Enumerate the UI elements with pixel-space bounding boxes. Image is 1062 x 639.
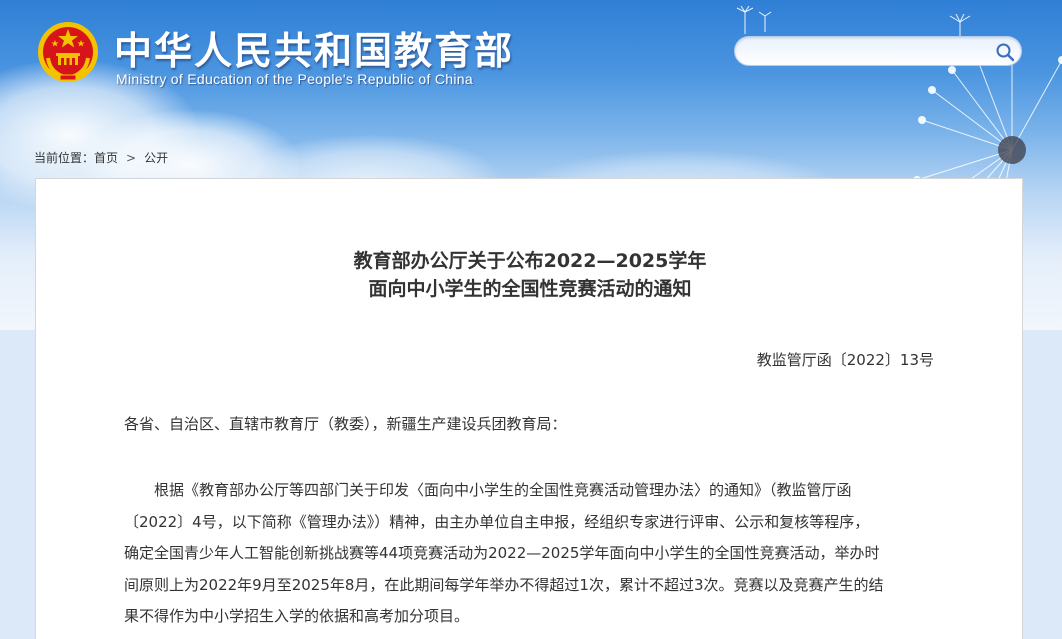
national-emblem-icon — [38, 22, 98, 82]
salutation: 各省、自治区、直辖市教育厅（教委），新疆生产建设兵团教育局： — [124, 415, 567, 433]
floating-seed-icon — [736, 6, 772, 34]
body-line: 确定全国青少年人工智能创新挑战赛等44项竞赛活动为2022—2025学年面向中小… — [124, 544, 880, 562]
article-body-paragraph: 根据《教育部办公厅等四部门关于印发〈面向中小学生的全国性竞赛活动管理办法〉的通知… — [124, 475, 936, 633]
article-title-line-1: 教育部办公厅关于公布2022—2025学年 — [353, 250, 707, 272]
article-title: 教育部办公厅关于公布2022—2025学年 面向中小学生的全国性竞赛活动的通知 — [36, 247, 1024, 303]
body-line: 间原则上为2022年9月至2025年8月，在此期间每学年举办不得超过1次，累计不… — [124, 575, 884, 594]
breadcrumb: 当前位置：首页 > 公开 — [34, 149, 168, 166]
breadcrumb-item-home[interactable]: 首页 — [94, 151, 118, 165]
search-icon[interactable] — [995, 42, 1015, 62]
body-line: 果不得作为中小学招生入学的依据和高考加分项目。 — [124, 607, 470, 625]
search-input[interactable] — [749, 41, 983, 63]
search-box — [734, 36, 1022, 66]
breadcrumb-separator: > — [126, 151, 137, 165]
breadcrumb-prefix: 当前位置： — [34, 151, 95, 165]
body-line: 〔2022〕4号，以下简称《管理办法》）精神，由主办单位自主申报，经组织专家进行… — [124, 512, 870, 531]
site-title: 中华人民共和国教育部 — [114, 29, 515, 73]
article-panel: 教育部办公厅关于公布2022—2025学年 面向中小学生的全国性竞赛活动的通知 … — [35, 178, 1023, 639]
article-title-line-2: 面向中小学生的全国性竞赛活动的通知 — [368, 278, 692, 300]
document-number: 教监管厅函〔2022〕13号 — [756, 351, 934, 369]
site-subtitle: Ministry of Education of the People's Re… — [116, 71, 473, 87]
breadcrumb-item-public[interactable]: 公开 — [144, 151, 168, 165]
body-line: 根据《教育部办公厅等四部门关于印发〈面向中小学生的全国性竞赛活动管理办法〉的通知… — [124, 481, 852, 499]
